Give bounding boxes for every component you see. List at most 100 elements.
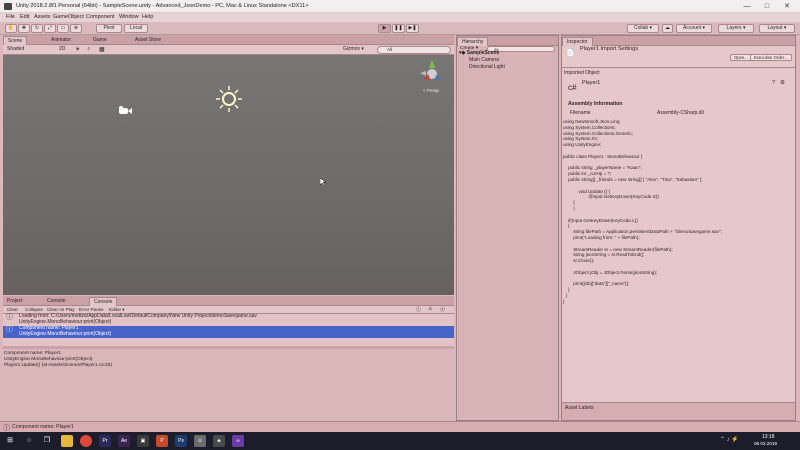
pivot-toggle[interactable]: Pivot xyxy=(96,24,122,33)
gizmos-dropdown[interactable]: Gizmos ▾ xyxy=(343,46,373,54)
clock-date[interactable]: 06.02.2019 xyxy=(754,441,777,446)
step-icon: ▶❚ xyxy=(408,25,417,31)
cloud-button[interactable]: ☁ xyxy=(662,24,673,33)
clock-time[interactable]: 13:18 xyxy=(762,434,775,440)
menu-window[interactable]: Window xyxy=(119,14,139,20)
powerpoint-icon[interactable]: P xyxy=(156,435,168,447)
local-toggle[interactable]: Local xyxy=(124,24,148,33)
status-bar: ⓘ Component name: Player1 xyxy=(0,421,800,432)
warning-filter-icon[interactable]: ⚠ xyxy=(428,306,432,312)
play-button[interactable]: ▶ xyxy=(378,24,391,33)
menu-gameobject[interactable]: GameObject xyxy=(53,14,84,20)
tab-asset-store[interactable]: Asset Store xyxy=(131,36,165,45)
move-tool-button[interactable]: ✥ xyxy=(18,24,30,33)
script-source-preview: using Newtonsoft.Json.Linq; using System… xyxy=(563,119,722,304)
info-filter-icon[interactable]: ⓘ xyxy=(416,306,421,313)
error-pause-button[interactable]: Error Pause xyxy=(79,307,104,312)
execution-order-button[interactable]: Execution Order... xyxy=(750,54,792,61)
hierarchy-tab-bar: Hierarchy xyxy=(457,36,558,46)
tab-game[interactable]: Game xyxy=(89,36,111,45)
visual-studio-icon[interactable]: ∞ xyxy=(232,435,244,447)
menu-file[interactable]: File xyxy=(6,14,15,20)
play-icon: ▶ xyxy=(382,25,387,31)
step-button[interactable]: ▶❚ xyxy=(406,24,419,33)
menu-help[interactable]: Help xyxy=(142,14,153,20)
chrome-icon[interactable] xyxy=(80,435,92,447)
minimize-button[interactable]: — xyxy=(740,2,754,11)
audio-toggle-icon[interactable]: ♪ xyxy=(87,46,95,54)
light-gizmo-icon xyxy=(216,86,242,112)
scene-control-bar: Shaded 2D ☀ ♪ ▦ Gizmos ▾ All xyxy=(3,45,454,55)
projection-label[interactable]: < Persp xyxy=(423,88,439,93)
imported-object-label: Imported Object xyxy=(564,70,600,76)
menu-bar: File Edit Assets GameObject Component Wi… xyxy=(0,13,800,22)
scale-tool-button[interactable]: ⤢ xyxy=(44,24,56,33)
rotate-tool-button[interactable]: ↻ xyxy=(31,24,43,33)
tab-animator[interactable]: Animator xyxy=(47,36,75,45)
orientation-gizmo-icon[interactable] xyxy=(417,59,447,89)
tab-scene[interactable]: Scene xyxy=(3,36,28,45)
after-effects-icon[interactable]: Ae xyxy=(118,435,130,447)
maximize-button[interactable]: □ xyxy=(760,2,774,11)
main-toolbar: ✋ ✥ ↻ ⤢ ▭ ⊕ Pivot Local ▶ ❚❚ ▶❚ Collab ▾… xyxy=(0,22,800,35)
scene-viewport[interactable]: < Persp xyxy=(3,55,454,295)
lighting-toggle-icon[interactable]: ☀ xyxy=(75,46,83,54)
shading-mode-dropdown[interactable]: Shaded xyxy=(7,46,37,54)
scene-root-label: SampleScene xyxy=(466,50,500,56)
windows-icon[interactable]: ⊞ xyxy=(4,435,16,447)
scene-search-input[interactable]: All xyxy=(377,46,451,54)
collab-dropdown[interactable]: Collab ▾ xyxy=(627,24,659,33)
console-entry-trace: UnityEngine.MonoBehaviour:print(Object) xyxy=(19,330,112,337)
windows-taskbar: ⊞ ○ ❐ Pr Ae ▣ P Ps ⊙ ◈ ∞ ⌃ ♪ ⚡ 13:18 06.… xyxy=(0,432,800,450)
layers-dropdown[interactable]: Layers ▾ xyxy=(718,24,754,33)
open-button[interactable]: Open... xyxy=(730,54,752,61)
settings-icon[interactable]: ⚙ xyxy=(780,80,785,86)
account-dropdown[interactable]: Account ▾ xyxy=(676,24,712,33)
hierarchy-item-directional-light[interactable]: Directional Light xyxy=(469,64,505,70)
tab-project[interactable]: Project xyxy=(3,297,27,306)
unity-logo-icon xyxy=(4,3,12,10)
hierarchy-panel: Hierarchy Create ▾ All ▾◆ SampleScene Ma… xyxy=(456,35,559,421)
console-entry-trace: UnityEngine.MonoBehaviour:print(Object) xyxy=(19,318,112,325)
menu-component[interactable]: Component xyxy=(86,14,114,20)
cloud-icon: ☁ xyxy=(665,25,670,31)
tab-console-1[interactable]: Console xyxy=(43,297,69,306)
explorer-icon[interactable] xyxy=(61,435,73,447)
clear-button[interactable]: Clear xyxy=(7,307,18,312)
mouse-cursor-icon xyxy=(320,178,326,186)
unity-icon[interactable]: ◈ xyxy=(213,435,225,447)
tab-inspector[interactable]: Inspector xyxy=(562,37,593,46)
rect-tool-button[interactable]: ▭ xyxy=(57,24,69,33)
tab-console-2[interactable]: Console xyxy=(89,297,118,306)
csharp-script-icon: c# xyxy=(568,83,577,92)
collapse-button[interactable]: Collapse xyxy=(25,307,43,312)
media-icon[interactable]: ▣ xyxy=(137,435,149,447)
pause-button[interactable]: ❚❚ xyxy=(392,24,405,33)
gimp-icon[interactable]: ⊙ xyxy=(194,435,206,447)
error-filter-icon[interactable]: ⓧ xyxy=(440,306,445,313)
script-file-icon: 📄 xyxy=(566,50,575,57)
tab-hierarchy[interactable]: Hierarchy xyxy=(457,37,489,46)
2d-toggle[interactable]: 2D xyxy=(59,46,73,54)
premiere-icon[interactable]: Pr xyxy=(99,435,111,447)
clear-on-play-button[interactable]: Clear on Play xyxy=(47,307,75,312)
photoshop-icon[interactable]: Ps xyxy=(175,435,187,447)
layout-dropdown[interactable]: Layout ▾ xyxy=(759,24,795,33)
divider xyxy=(562,67,795,68)
system-tray-icons[interactable]: ⌃ ♪ ⚡ xyxy=(720,436,739,443)
console-entry-selected[interactable]: ⓘ Component name: Player1 UnityEngine.Mo… xyxy=(3,325,454,338)
effects-toggle-icon[interactable]: ▦ xyxy=(99,46,107,54)
menu-edit[interactable]: Edit xyxy=(20,14,29,20)
transform-tool-button[interactable]: ⊕ xyxy=(70,24,82,33)
scene-root-item[interactable]: ▾◆ SampleScene xyxy=(459,50,558,57)
console-splitter[interactable] xyxy=(3,346,454,349)
console-detail-text: Component name: Player1 UnityEngine.Mono… xyxy=(4,351,112,368)
search-icon[interactable]: ○ xyxy=(23,435,35,447)
menu-assets[interactable]: Assets xyxy=(34,14,51,20)
close-button[interactable]: ✕ xyxy=(780,2,794,11)
hierarchy-item-main-camera[interactable]: Main Camera xyxy=(469,57,499,63)
hand-tool-button[interactable]: ✋ xyxy=(5,24,17,33)
help-icon[interactable]: ? xyxy=(772,80,775,86)
task-view-icon[interactable]: ❐ xyxy=(41,435,53,447)
scene-tab-bar: Scene Animator Game Asset Store xyxy=(3,35,454,45)
